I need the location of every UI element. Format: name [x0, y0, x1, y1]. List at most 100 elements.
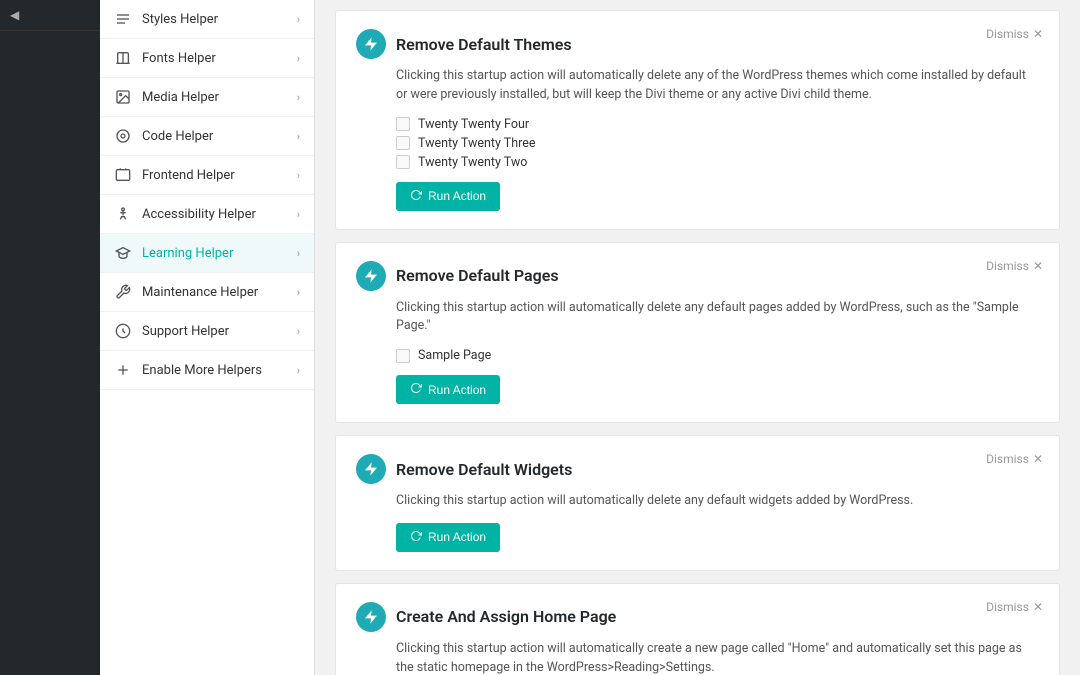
- nav-item-left: Styles Helper: [114, 10, 218, 28]
- chevron-right-icon: ›: [297, 91, 300, 104]
- chevron-right-icon: ›: [297, 169, 300, 182]
- nav-item-left: Support Helper: [114, 322, 229, 340]
- sidebar-item-styles[interactable]: Styles Helper ›: [100, 0, 314, 39]
- chevron-right-icon: ›: [297, 286, 300, 299]
- card-item-row: Twenty Twenty Three: [396, 136, 1039, 151]
- chevron-right-icon: ›: [297, 364, 300, 377]
- dismiss-button[interactable]: Dismiss ✕: [986, 452, 1043, 466]
- card-title: Remove Default Widgets: [396, 460, 572, 479]
- card-item-row: Twenty Twenty Four: [396, 117, 1039, 132]
- media-icon: [114, 88, 132, 106]
- run-action-button[interactable]: Run Action: [396, 182, 500, 211]
- run-action-button[interactable]: Run Action: [396, 375, 500, 404]
- run-action-button[interactable]: Run Action: [396, 523, 500, 552]
- enable-icon: [114, 361, 132, 379]
- sidebar-item-enable[interactable]: Enable More Helpers ›: [100, 351, 314, 390]
- dismiss-button[interactable]: Dismiss ✕: [986, 259, 1043, 273]
- sidebar-item-media[interactable]: Media Helper ›: [100, 78, 314, 117]
- dismiss-label: Dismiss: [986, 259, 1029, 273]
- chevron-right-icon: ›: [297, 52, 300, 65]
- card-icon: [356, 29, 386, 59]
- dismiss-label: Dismiss: [986, 600, 1029, 614]
- maintenance-icon: [114, 283, 132, 301]
- sidebar-item-fonts[interactable]: Fonts Helper ›: [100, 39, 314, 78]
- checkbox[interactable]: [396, 117, 410, 131]
- card-item-row: Twenty Twenty Two: [396, 155, 1039, 170]
- collapse-icon: ◀: [10, 8, 19, 22]
- nav-item-left: Media Helper: [114, 88, 219, 106]
- nav-item-label: Support Helper: [142, 324, 229, 339]
- nav-item-left: Maintenance Helper: [114, 283, 258, 301]
- card-remove-widgets: Dismiss ✕ Remove Default Widgets Clickin…: [335, 435, 1060, 571]
- run-action-label: Run Action: [428, 189, 486, 203]
- nav-item-label: Fonts Helper: [142, 51, 216, 66]
- nav-item-left: Learning Helper: [114, 244, 233, 262]
- run-action-label: Run Action: [428, 530, 486, 544]
- learning-icon: [114, 244, 132, 262]
- card-items: Sample Page: [396, 348, 1039, 363]
- code-icon: [114, 127, 132, 145]
- nav-item-left: Code Helper: [114, 127, 213, 145]
- chevron-right-icon: ›: [297, 247, 300, 260]
- nav-item-label: Learning Helper: [142, 246, 233, 261]
- nav-item-label: Styles Helper: [142, 12, 218, 27]
- card-item-row: Sample Page: [396, 348, 1039, 363]
- nav-item-label: Code Helper: [142, 129, 213, 144]
- sidebar-item-accessibility[interactable]: Accessibility Helper ›: [100, 195, 314, 234]
- checkbox[interactable]: [396, 155, 410, 169]
- card-description: Clicking this startup action will automa…: [396, 640, 1039, 675]
- run-icon: [410, 382, 422, 397]
- dismiss-label: Dismiss: [986, 27, 1029, 41]
- card-description: Clicking this startup action will automa…: [396, 67, 1039, 105]
- checkbox[interactable]: [396, 136, 410, 150]
- item-label: Twenty Twenty Three: [418, 136, 536, 151]
- accessibility-icon: [114, 205, 132, 223]
- sidebar-item-frontend[interactable]: Frontend Helper ›: [100, 156, 314, 195]
- dismiss-label: Dismiss: [986, 452, 1029, 466]
- run-icon: [410, 530, 422, 545]
- nav-item-label: Media Helper: [142, 90, 219, 105]
- nav-item-label: Accessibility Helper: [142, 207, 256, 222]
- chevron-right-icon: ›: [297, 130, 300, 143]
- card-description: Clicking this startup action will automa…: [396, 492, 1039, 511]
- nav-item-label: Maintenance Helper: [142, 285, 258, 300]
- support-icon: [114, 322, 132, 340]
- nav-item-label: Frontend Helper: [142, 168, 235, 183]
- item-label: Sample Page: [418, 348, 491, 363]
- nav-item-left: Frontend Helper: [114, 166, 235, 184]
- run-icon: [410, 189, 422, 204]
- item-label: Twenty Twenty Four: [418, 117, 529, 132]
- card-remove-themes: Dismiss ✕ Remove Default Themes Clicking…: [335, 10, 1060, 230]
- chevron-right-icon: ›: [297, 208, 300, 221]
- sidebar-item-support[interactable]: Support Helper ›: [100, 312, 314, 351]
- card-remove-pages: Dismiss ✕ Remove Default Pages Clicking …: [335, 242, 1060, 424]
- nav-item-label: Enable More Helpers: [142, 363, 262, 378]
- frontend-icon: [114, 166, 132, 184]
- card-title: Remove Default Themes: [396, 35, 572, 54]
- card-description: Clicking this startup action will automa…: [396, 299, 1039, 337]
- card-icon: [356, 261, 386, 291]
- card-items: Twenty Twenty Four Twenty Twenty Three T…: [396, 117, 1039, 170]
- content-inner: Dismiss ✕ Remove Default Themes Clicking…: [315, 0, 1080, 675]
- sidebar-item-maintenance[interactable]: Maintenance Helper ›: [100, 273, 314, 312]
- card-header: Remove Default Pages: [356, 261, 1039, 291]
- nav-item-left: Fonts Helper: [114, 49, 216, 67]
- dismiss-button[interactable]: Dismiss ✕: [986, 600, 1043, 614]
- card-header: Create And Assign Home Page: [356, 602, 1039, 632]
- chevron-right-icon: ›: [297, 13, 300, 26]
- card-icon: [356, 602, 386, 632]
- main-content: Dismiss ✕ Remove Default Themes Clicking…: [315, 0, 1080, 675]
- card-create-home: Dismiss ✕ Create And Assign Home Page Cl…: [335, 583, 1060, 675]
- card-header: Remove Default Themes: [356, 29, 1039, 59]
- dismiss-button[interactable]: Dismiss ✕: [986, 27, 1043, 41]
- sidebar-item-code[interactable]: Code Helper ›: [100, 117, 314, 156]
- sidebar-item-learning[interactable]: Learning Helper ›: [100, 234, 314, 273]
- run-action-label: Run Action: [428, 383, 486, 397]
- item-label: Twenty Twenty Two: [418, 155, 527, 170]
- collapse-menu-button[interactable]: ◀: [0, 0, 100, 31]
- app-sidebar: ◀: [0, 0, 100, 675]
- close-icon: ✕: [1033, 452, 1043, 466]
- chevron-right-icon: ›: [297, 325, 300, 338]
- close-icon: ✕: [1033, 600, 1043, 614]
- checkbox[interactable]: [396, 349, 410, 363]
